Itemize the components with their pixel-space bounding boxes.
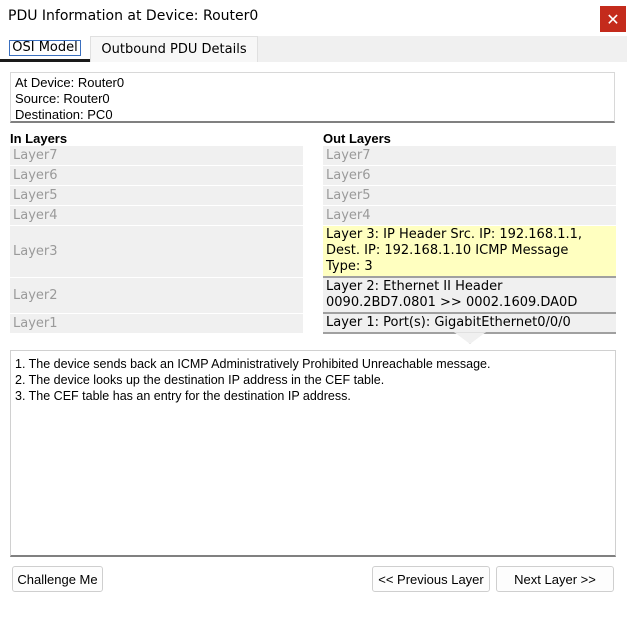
description-line-2: 2. The device looks up the destination I… xyxy=(15,373,385,387)
out-layer-2[interactable]: Layer 2: Ethernet II Header 0090.2BD7.08… xyxy=(323,278,616,314)
description-line-1: 1. The device sends back an ICMP Adminis… xyxy=(15,357,491,371)
tab-bar-filler xyxy=(258,36,627,62)
at-device-text: At Device: Router0 xyxy=(15,75,125,90)
chevron-down-icon xyxy=(454,332,486,344)
out-layer-1-label: Layer 1: Port(s): GigabitEthernet0/0/0 xyxy=(326,315,571,330)
out-layer-3-line-2: Dest. IP: 192.168.1.10 ICMP Message xyxy=(326,243,569,258)
in-layer-7[interactable]: Layer7 xyxy=(10,146,303,166)
tab-bar: OSI Model Outbound PDU Details xyxy=(0,36,627,62)
destination-text: Destination: PC0 xyxy=(15,107,113,122)
source-text: Source: Router0 xyxy=(15,91,110,106)
tab-outbound-pdu-details-label: Outbound PDU Details xyxy=(101,42,247,57)
out-layers-header: Out Layers xyxy=(323,131,391,146)
previous-layer-button[interactable]: << Previous Layer xyxy=(372,566,490,592)
in-layer-6[interactable]: Layer6 xyxy=(10,166,303,186)
close-icon: ✕ xyxy=(606,9,620,29)
out-layer-6-label: Layer6 xyxy=(326,168,371,183)
in-layer-3[interactable]: Layer3 xyxy=(10,226,303,278)
window-title: PDU Information at Device: Router0 xyxy=(8,8,259,24)
in-layer-4[interactable]: Layer4 xyxy=(10,206,303,226)
out-layer-3[interactable]: Layer 3: IP Header Src. IP: 192.168.1.1,… xyxy=(323,226,616,278)
out-layer-6[interactable]: Layer6 xyxy=(323,166,616,186)
out-layer-4[interactable]: Layer4 xyxy=(323,206,616,226)
title-bar: PDU Information at Device: Router0 ✕ xyxy=(0,0,627,34)
out-layer-7-label: Layer7 xyxy=(326,148,371,163)
description-box: 1. The device sends back an ICMP Adminis… xyxy=(10,350,616,557)
device-info-box: At Device: Router0 Source: Router0 Desti… xyxy=(10,72,615,123)
out-layer-2-line-2: 0090.2BD7.0801 >> 0002.1609.DA0D xyxy=(326,295,578,310)
in-layers-header: In Layers xyxy=(10,131,68,146)
in-layer-5[interactable]: Layer5 xyxy=(10,186,303,206)
tab-osi-model[interactable]: OSI Model xyxy=(0,36,90,62)
tab-osi-model-label: OSI Model xyxy=(9,39,81,56)
out-layer-5[interactable]: Layer5 xyxy=(323,186,616,206)
description-line-3: 3. The CEF table has an entry for the de… xyxy=(15,389,351,403)
out-layer-3-line-1: Layer 3: IP Header Src. IP: 192.168.1.1, xyxy=(326,227,583,242)
out-layer-3-line-3: Type: 3 xyxy=(326,259,373,274)
close-button[interactable]: ✕ xyxy=(600,6,626,32)
in-layer-2[interactable]: Layer2 xyxy=(10,278,303,314)
in-layer-1[interactable]: Layer1 xyxy=(10,314,303,334)
out-layer-2-line-1: Layer 2: Ethernet II Header xyxy=(326,279,503,294)
out-layer-7[interactable]: Layer7 xyxy=(323,146,616,166)
next-layer-button[interactable]: Next Layer >> xyxy=(496,566,614,592)
out-layer-5-label: Layer5 xyxy=(326,188,371,203)
tab-outbound-pdu-details[interactable]: Outbound PDU Details xyxy=(90,36,258,62)
challenge-me-button[interactable]: Challenge Me xyxy=(12,566,103,592)
out-layer-1[interactable]: Layer 1: Port(s): GigabitEthernet0/0/0 xyxy=(323,314,616,334)
out-layer-4-label: Layer4 xyxy=(326,208,371,223)
